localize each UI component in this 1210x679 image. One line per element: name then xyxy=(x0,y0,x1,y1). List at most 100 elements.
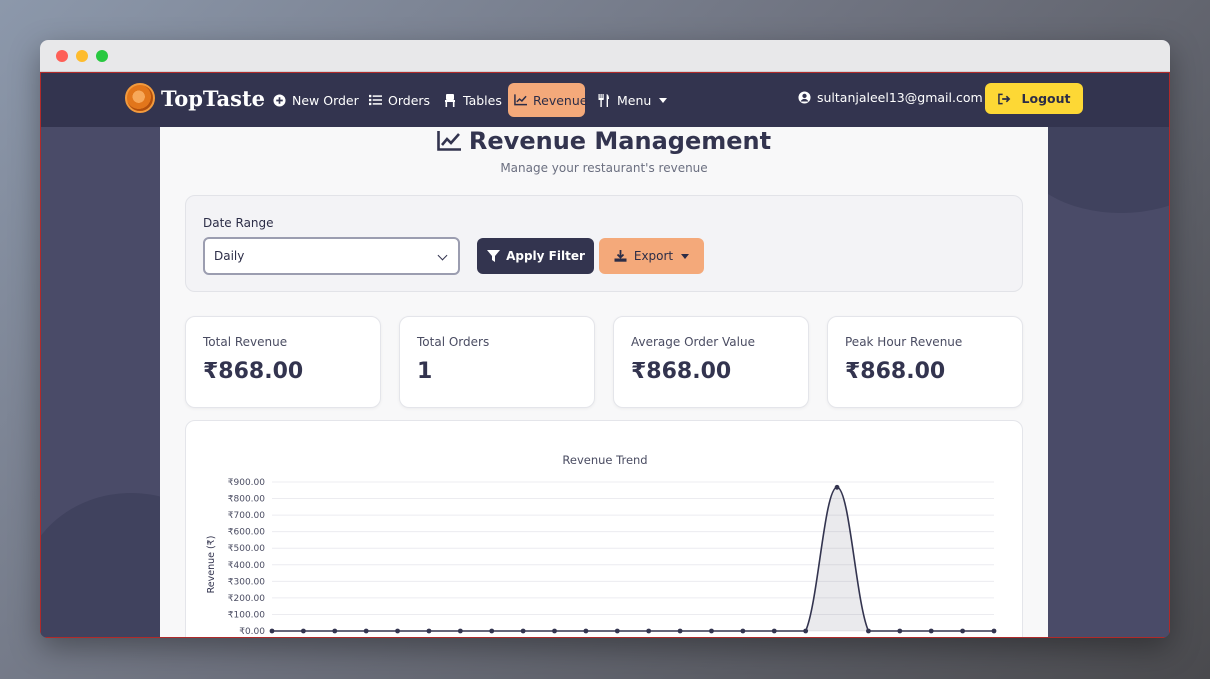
page-viewport: TopTaste New Order Orders Tables Revenue… xyxy=(40,72,1170,638)
browser-window: TopTaste New Order Orders Tables Revenue… xyxy=(40,40,1170,638)
data-point xyxy=(991,628,997,634)
page-subtitle: Manage your restaurant's revenue xyxy=(500,161,708,175)
data-point xyxy=(614,628,620,634)
chevron-down-icon xyxy=(659,97,668,103)
data-point xyxy=(457,628,463,634)
data-point xyxy=(520,628,526,634)
stat-value: ₹868.00 xyxy=(631,359,732,384)
stat-value: 1 xyxy=(417,359,433,384)
data-point xyxy=(332,628,338,634)
revenue-chart-card: Revenue Trend ₹0.00 ₹100.00 ₹200.00 ₹300.00… xyxy=(185,420,1023,637)
page-title-text: Revenue Management xyxy=(468,127,772,155)
data-point xyxy=(552,628,557,634)
user-email: sultanjaleel13@gmail.com xyxy=(817,90,983,105)
date-range-select[interactable]: Daily xyxy=(203,237,460,275)
y-tick-label: ₹400.00 xyxy=(228,561,265,571)
brand-link[interactable]: TopTaste xyxy=(125,83,265,113)
stat-label: Total Revenue xyxy=(203,335,288,349)
series-line xyxy=(271,486,994,632)
nav-item-orders[interactable]: Orders xyxy=(362,83,436,117)
data-point xyxy=(834,484,840,490)
y-tick-label: ₹0.00 xyxy=(239,627,265,637)
series-area xyxy=(272,487,994,631)
page-title: Revenue Management xyxy=(160,127,1048,155)
y-tick-label: ₹600.00 xyxy=(228,528,265,538)
chevron-down-icon xyxy=(681,253,690,259)
data-point xyxy=(677,628,683,634)
stat-card-total-orders: Total Orders 1 xyxy=(399,316,595,408)
revenue-trend-chart: ₹0.00 ₹100.00 ₹200.00 ₹300.00 ₹400.00 ₹500.00… xyxy=(206,478,997,637)
chair-icon xyxy=(443,93,457,107)
nav-item-label: New Order xyxy=(292,92,359,108)
filter-panel: Date Range Daily Apply Filter Export xyxy=(185,195,1023,292)
brand-name: TopTaste xyxy=(161,85,266,111)
data-point xyxy=(489,628,495,634)
data-point xyxy=(897,628,903,634)
download-icon xyxy=(614,249,628,263)
chart-line-icon xyxy=(437,130,461,152)
list-icon xyxy=(368,93,382,107)
export-dropdown-button[interactable]: Export xyxy=(599,238,704,274)
data-point xyxy=(426,628,432,634)
user-account: sultanjaleel13@gmail.com xyxy=(797,90,983,105)
y-tick-label: ₹900.00 xyxy=(228,478,265,488)
apply-filter-label: Apply Filter xyxy=(506,249,585,263)
chevron-down-icon xyxy=(437,250,448,261)
stat-label: Peak Hour Revenue xyxy=(845,335,963,349)
plus-circle-icon xyxy=(272,93,286,107)
data-point xyxy=(960,628,966,634)
nav-item-label: Tables xyxy=(463,92,502,108)
apply-filter-button[interactable]: Apply Filter xyxy=(477,238,594,274)
nav-item-label: Menu xyxy=(617,92,652,108)
data-point xyxy=(928,628,934,634)
top-navbar: TopTaste New Order Orders Tables Revenue… xyxy=(41,73,1169,127)
y-axis-label: Revenue (₹) xyxy=(206,536,217,594)
minimize-window-button[interactable] xyxy=(76,50,88,62)
close-window-button[interactable] xyxy=(56,50,68,62)
nav-item-revenue[interactable]: Revenue xyxy=(508,83,588,117)
maximize-window-button[interactable] xyxy=(96,50,108,62)
stat-value: ₹868.00 xyxy=(845,359,946,384)
brand-logo-icon xyxy=(125,83,155,113)
data-point xyxy=(646,628,652,634)
logout-label: Logout xyxy=(1021,91,1071,106)
y-tick-label: ₹300.00 xyxy=(228,577,265,587)
data-point xyxy=(740,628,746,634)
window-titlebar xyxy=(40,40,1170,72)
data-point xyxy=(866,628,871,634)
nav-item-tables[interactable]: Tables xyxy=(437,83,508,117)
stat-label: Total Orders xyxy=(417,335,490,349)
data-point xyxy=(300,628,306,634)
y-tick-label: ₹700.00 xyxy=(228,511,265,521)
logout-button[interactable]: Logout xyxy=(985,83,1083,114)
main-content: Revenue Management Manage your restauran… xyxy=(160,127,1048,637)
y-tick-label: ₹500.00 xyxy=(228,544,265,554)
stat-value: ₹868.00 xyxy=(203,359,304,384)
data-point xyxy=(269,628,275,634)
data-point xyxy=(709,628,714,634)
nav-item-label: Orders xyxy=(388,92,431,108)
y-tick-label: ₹100.00 xyxy=(228,610,265,620)
stat-label: Average Order Value xyxy=(631,335,755,349)
filter-icon xyxy=(486,249,500,263)
y-tick-label: ₹800.00 xyxy=(228,495,265,505)
nav-item-menu-dropdown[interactable]: Menu xyxy=(591,83,673,117)
export-label: Export xyxy=(633,249,674,263)
utensils-icon xyxy=(597,93,611,107)
stat-card-total-revenue: Total Revenue ₹868.00 xyxy=(185,316,381,408)
data-point xyxy=(583,628,589,634)
date-range-value: Daily xyxy=(214,249,245,263)
chart-line-icon xyxy=(514,93,527,107)
y-tick-label: ₹200.00 xyxy=(228,594,265,604)
data-point xyxy=(771,628,777,634)
data-point xyxy=(803,628,809,634)
user-circle-icon xyxy=(797,91,811,105)
nav-item-label: Revenue xyxy=(533,92,588,108)
nav-item-new-order[interactable]: New Order xyxy=(266,83,365,117)
stat-card-average-order-value: Average Order Value ₹868.00 xyxy=(613,316,809,408)
stat-card-peak-hour-revenue: Peak Hour Revenue ₹868.00 xyxy=(827,316,1023,408)
date-range-label: Date Range xyxy=(203,216,274,230)
data-point xyxy=(363,628,369,634)
sign-out-icon xyxy=(998,92,1012,106)
data-point xyxy=(395,628,400,634)
